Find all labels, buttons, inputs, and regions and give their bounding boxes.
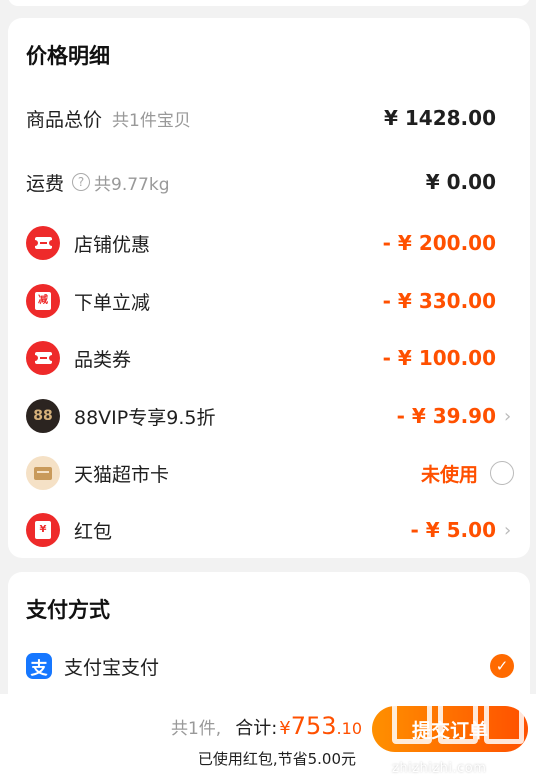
discount-row-88vip[interactable]: 88 88VIP专享9.5折 - ¥ 39.90 › [26,396,514,436]
item-count: 共1件, [170,719,222,739]
shipping-label: 运费 [26,172,65,195]
discount-amount: - ¥ 5.00 [410,518,497,542]
payment-method-label: 支付宝支付 [64,656,160,679]
savings-note: 已使用红包,节省5.00元 [197,750,356,768]
price-details-title: 价格明细 [26,44,110,68]
shipping-row: 运费 ? 共9.77kg ¥ 0.00 [26,162,514,202]
discount-row-store: 店铺优惠 - ¥ 200.00 [26,223,514,263]
discount-label: 品类券 [74,348,132,371]
order-summary: 共1件, 合计: ¥ 753 .10 [171,712,362,740]
payment-option-alipay[interactable]: 支 支付宝支付 ✓ [26,646,514,686]
goods-count: 共1件宝贝 [112,110,191,131]
price-details-card: 价格明细 商品总价 共1件宝贝 ¥ 1428.00 运费 ? 共9.77kg ¥… [8,18,530,558]
checkmark-icon[interactable]: ✓ [490,654,514,678]
currency-symbol: ¥ [279,718,291,739]
alipay-icon: 支 [26,653,52,679]
discount-label: 下单立减 [74,291,151,314]
chevron-right-icon: › [504,519,512,541]
radio-unchecked-icon[interactable] [490,461,514,485]
goods-total-amount: ¥ 1428.00 [384,106,496,130]
total-integer: 753 [290,712,337,740]
red-packet-icon: ¥ [26,513,60,547]
discount-amount: - ¥ 39.90 [396,404,496,428]
total-label: 合计: [235,718,278,739]
watermark: zhizhizhi.com [388,700,528,776]
goods-total-row: 商品总价 共1件宝贝 ¥ 1428.00 [26,98,514,138]
discount-row-category-coupon: 品类券 - ¥ 100.00 [26,338,514,378]
discount-label: 红包 [74,520,113,543]
shipping-weight: 共9.77kg [94,174,170,195]
ticket-icon [26,341,60,375]
card-icon [26,456,60,490]
payment-method-title: 支付方式 [26,598,110,622]
discount-row-order-reduce: 减 下单立减 - ¥ 330.00 [26,281,514,321]
unused-status: 未使用 [420,463,478,486]
help-icon[interactable]: ? [72,173,91,191]
88vip-icon: 88 [26,399,60,433]
discount-amount: - ¥ 330.00 [382,289,496,313]
shipping-amount: ¥ 0.00 [425,170,496,194]
goods-total-label: 商品总价 [26,108,103,131]
total-decimal: .10 [336,719,362,738]
discount-amount: - ¥ 200.00 [382,231,496,255]
discount-amount: - ¥ 100.00 [382,346,496,370]
previous-card [8,0,530,6]
chevron-right-icon: › [504,405,512,427]
discount-row-tmall-card[interactable]: 天猫超市卡 未使用 [26,453,514,493]
discount-label: 天猫超市卡 [74,463,170,486]
ticket-icon [26,226,60,260]
reduce-icon: 减 [26,284,60,318]
discount-row-red-packet[interactable]: ¥ 红包 - ¥ 5.00 › [26,510,514,550]
payment-method-card: 支付方式 支 支付宝支付 ✓ [8,572,530,712]
discount-label: 店铺优惠 [74,233,151,256]
watermark-text: zhizhizhi.com [392,761,487,776]
discount-label: 88VIP专享9.5折 [74,406,216,429]
